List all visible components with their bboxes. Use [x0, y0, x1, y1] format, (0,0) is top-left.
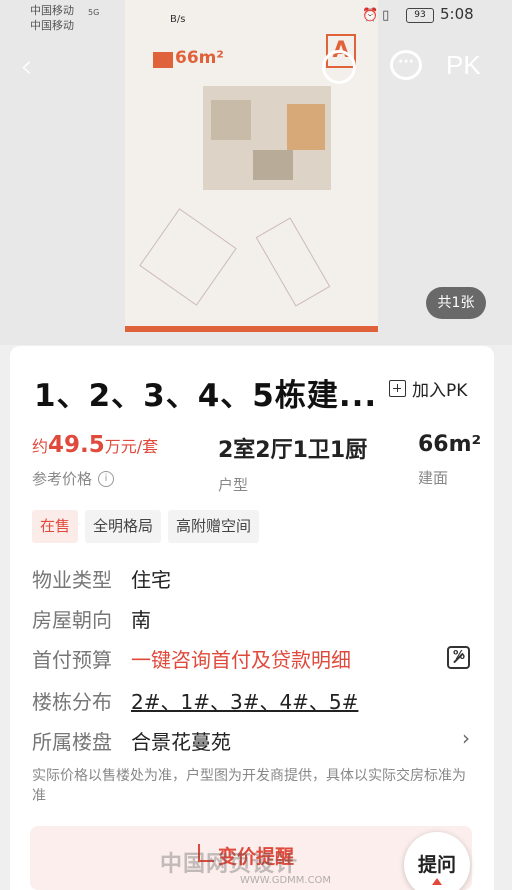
row-down-payment[interactable]: 首付预算 一键咨询首付及贷款明细	[32, 644, 351, 673]
back-icon[interactable]: ‹	[20, 48, 48, 84]
image-count-badge: 共1张	[426, 287, 486, 319]
tag-extra-space: 高附赠空间	[168, 510, 260, 543]
buildings-value[interactable]: 2#、1#、3#、4#、5#	[131, 690, 358, 714]
chat-icon[interactable]: ···	[390, 50, 422, 80]
tag-bright-layout: 全明格局	[85, 510, 162, 543]
price-value: 49.5	[48, 432, 105, 458]
ask-question-button[interactable]: 提问	[404, 832, 470, 890]
signal-icons: ⏰▯	[362, 8, 394, 23]
pk-button[interactable]: PK	[446, 50, 481, 81]
price-stat: 约49.5万元/套 参考价格 i	[32, 432, 158, 489]
down-payment-link[interactable]: 一键咨询首付及贷款明细	[131, 648, 351, 672]
site-map-drawing-2	[255, 217, 331, 307]
row-key: 房屋朝向	[32, 608, 112, 632]
add-icon	[389, 380, 406, 397]
calculator-icon[interactable]	[447, 646, 470, 669]
watermark: 中国网页设计	[160, 852, 299, 877]
layout-value: 2室2厅1卫1厨	[218, 438, 368, 463]
page-title: 1、2、3、4、5栋建...	[34, 378, 378, 414]
row-property-type: 物业类型 住宅	[32, 564, 171, 593]
row-buildings: 楼栋分布 2#、1#、3#、4#、5#	[32, 686, 358, 715]
status-bar: 中国移动 中国移动 5G B/s ⏰▯ 93 5:08	[0, 0, 512, 32]
add-pk-button[interactable]: 加入PK	[389, 376, 467, 401]
row-key: 首付预算	[32, 648, 112, 672]
price-label: 参考价格	[32, 470, 93, 488]
tag-on-sale: 在售	[32, 510, 79, 543]
price-prefix: 约	[32, 437, 49, 456]
tag-list: 在售 全明格局 高附赠空间	[32, 510, 260, 543]
layout-label: 户型	[218, 476, 249, 494]
price-unit: 万元/套	[104, 437, 159, 456]
detail-card: 1、2、3、4、5栋建... 加入PK 约49.5万元/套 参考价格 i 2室2…	[10, 346, 494, 890]
area-stat: 66m² 建面	[418, 432, 481, 488]
area-label: 建面	[418, 469, 449, 487]
add-pk-label: 加入PK	[412, 381, 468, 401]
row-key: 物业类型	[32, 568, 112, 592]
info-icon[interactable]: i	[98, 470, 115, 487]
project-value[interactable]: 合景花蔓苑	[131, 730, 231, 754]
disclaimer-note: 实际价格以售楼处为准，户型图为开发商提供，具体以实际交房标准为准	[32, 768, 466, 804]
carrier-2: 中国移动	[30, 19, 74, 32]
site-map-drawing	[139, 208, 237, 306]
row-key: 楼栋分布	[32, 690, 112, 714]
plan-area-badge	[153, 52, 173, 68]
battery-icon: 93	[406, 8, 434, 23]
row-value: 南	[131, 608, 151, 632]
clock: 5:08	[440, 5, 474, 23]
row-orientation: 房屋朝向南	[32, 604, 151, 633]
row-project[interactable]: 所属楼盘 合景花蔓苑	[32, 726, 231, 755]
chevron-right-icon[interactable]: ›	[462, 726, 470, 750]
up-triangle-icon	[432, 878, 442, 885]
net-speed: B/s	[170, 14, 186, 25]
layout-stat: 2室2厅1卫1厨 户型	[218, 432, 367, 495]
watermark-url: WWW.GDMM.COM	[240, 875, 332, 886]
row-value: 住宅	[131, 568, 171, 592]
floorplan-drawing	[203, 86, 331, 190]
carrier-1: 中国移动	[30, 4, 74, 17]
ask-label: 提问	[417, 854, 456, 876]
plan-area-label: 66m²	[175, 48, 224, 68]
area-value: 66m²	[418, 432, 482, 457]
floorplan-gallery[interactable]: 66m² A 中国移动 中国移动 5G B/s ⏰▯ 93 5:08 ‹ ···…	[0, 0, 512, 345]
network-type: 5G	[88, 8, 100, 17]
share-icon[interactable]	[322, 50, 356, 84]
row-key: 所属楼盘	[32, 730, 112, 754]
